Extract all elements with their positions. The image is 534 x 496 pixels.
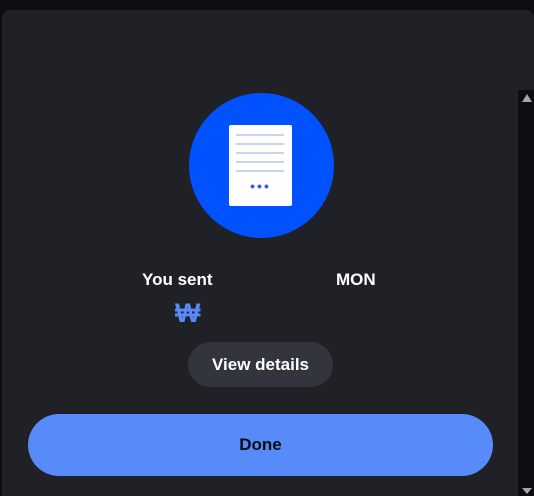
token-ticker: MON <box>336 270 376 289</box>
document-dots: ••• <box>250 178 271 194</box>
transaction-icon-circle: ••• <box>189 93 334 238</box>
document-line <box>236 161 284 163</box>
document-line <box>236 152 284 154</box>
scrollbar[interactable] <box>518 90 534 496</box>
document-line <box>236 134 284 136</box>
currency-symbol: ₩ <box>175 298 201 328</box>
sent-label: You sent <box>142 270 213 289</box>
done-button[interactable]: Done <box>28 414 493 476</box>
window: ••• You sent MON ₩ View details Done <box>0 0 534 496</box>
document-line <box>236 143 284 145</box>
view-details-button[interactable]: View details <box>188 342 333 387</box>
document-icon: ••• <box>229 125 292 206</box>
scroll-up-arrow-icon[interactable] <box>522 94 532 102</box>
scroll-down-arrow-icon[interactable] <box>522 488 532 494</box>
document-line <box>236 170 284 172</box>
